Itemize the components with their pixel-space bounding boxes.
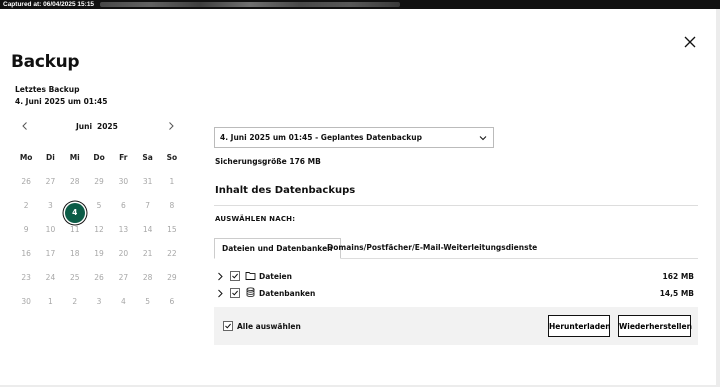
chevron-right-icon [169,122,174,130]
last-backup-value: 4. Juni 2025 um 01:45 [15,97,108,106]
weekday-header: Fr [119,153,128,162]
select-all-checkbox[interactable] [223,321,233,331]
chevron-right-icon [218,289,223,298]
last-backup-label: Letztes Backup [15,85,80,94]
download-button[interactable]: Herunterladen [548,315,611,337]
checkmark-icon [232,273,238,279]
calendar-day[interactable]: 10 [38,225,62,249]
calendar-day[interactable]: 27 [111,273,135,297]
calendar-day[interactable]: 25 [63,273,87,297]
calendar-month[interactable]: Juni [76,122,92,131]
calendar-day[interactable]: 9 [14,225,38,249]
calendar-day[interactable]: 24 [38,273,62,297]
calendar-day[interactable]: 19 [87,249,111,273]
backup-size: Sicherungsgröße 176 MB [215,157,321,166]
calendar-day[interactable]: 17 [38,249,62,273]
action-footer: Alle auswählen Herunterladen Wiederherst… [214,307,698,345]
calendar-day[interactable]: 1 [38,297,62,321]
calendar-day[interactable]: 1 [160,177,184,201]
databases-size: 14,5 MB [659,289,694,298]
files-label: Dateien [259,272,292,281]
calendar-day[interactable]: 8 [160,201,184,225]
redacted-url [100,1,401,7]
calendar-day[interactable]: 5 [135,297,159,321]
calendar-day[interactable]: 2 [63,297,87,321]
calendar-day[interactable]: 2 [14,201,38,225]
backup-version-value: 4. Juni 2025 um 01:45 - Geplantes Datenb… [220,133,422,142]
backup-version-select[interactable]: 4. Juni 2025 um 01:45 - Geplantes Datenb… [214,127,494,148]
database-icon [246,287,255,297]
capture-bar: Captured at: 06/04/2025 15:15 [0,0,720,9]
weekday-header: Mo [19,153,33,162]
calendar-day[interactable]: 27 [38,177,62,201]
select-all-label: Alle auswählen [237,322,301,331]
chevron-down-icon [479,136,487,141]
calendar-year[interactable]: 2025 [97,122,118,131]
calendar-day[interactable]: 14 [135,225,159,249]
calendar-day[interactable]: 22 [160,249,184,273]
close-icon [684,36,696,48]
weekday-header: Sa [142,153,153,162]
checkmark-icon [232,290,238,296]
calendar-day[interactable]: 20 [111,249,135,273]
calendar-day[interactable]: 12 [87,225,111,249]
expand-databases-button[interactable] [216,289,224,298]
calendar-prev-month-button[interactable] [20,121,30,131]
files-size: 162 MB [662,272,694,281]
calendar-day[interactable]: 30 [111,177,135,201]
calendar-day[interactable]: 4 [111,297,135,321]
list-item-files: Dateien 162 MB [214,269,698,285]
calendar-day[interactable]: 3 [87,297,111,321]
calendar-day[interactable]: 21 [135,249,159,273]
calendar-next-month-button[interactable] [166,121,176,131]
files-checkbox[interactable] [230,271,240,281]
calendar-day[interactable]: 30 [14,297,38,321]
databases-checkbox[interactable] [230,288,240,298]
weekday-header: Di [46,153,55,162]
folder-icon [245,272,256,280]
weekday-header: Do [93,153,105,162]
close-button[interactable] [683,35,697,49]
calendar-day[interactable]: 5 [87,201,111,225]
calendar-day[interactable]: 26 [87,273,111,297]
calendar-day[interactable]: 29 [160,273,184,297]
calendar-day[interactable]: 28 [63,177,87,201]
chevron-right-icon [218,272,223,281]
calendar-day[interactable]: 23 [14,273,38,297]
capture-timestamp: Captured at: 06/04/2025 15:15 [3,1,95,8]
calendar-day[interactable]: 26 [14,177,38,201]
tab-domains-mailboxes[interactable]: Domains/Postfächer/E-Mail-Weiterleitungs… [320,238,544,259]
databases-label: Datenbanken [259,289,316,298]
expand-files-button[interactable] [216,272,224,281]
contents-title: Inhalt des Datenbackups [215,185,356,196]
restore-button[interactable]: Wiederherstellen [618,315,692,337]
calendar-grid: Mo Di Mi Do Fr Sa So 26 27 28 29 30 31 1 2 3 4 5 6 7 8 9 10 11 1… [14,153,184,321]
calendar-day[interactable]: 6 [160,297,184,321]
divider [214,205,698,206]
calendar-day[interactable]: 13 [111,225,135,249]
calendar-day-selected[interactable]: 4 [63,201,87,225]
checkmark-icon [225,323,231,329]
weekday-header: Mi [69,153,80,162]
page-title: Backup [11,52,80,72]
chevron-left-icon [22,122,27,130]
calendar-day[interactable]: 31 [135,177,159,201]
calendar-day[interactable]: 29 [87,177,111,201]
calendar-day[interactable]: 11 [63,225,87,249]
list-item-databases: Datenbanken 14,5 MB [214,286,698,302]
calendar-day[interactable]: 3 [38,201,62,225]
calendar-day[interactable]: 7 [135,201,159,225]
calendar-day[interactable]: 18 [63,249,87,273]
weekday-header: So [166,153,178,162]
calendar-day[interactable]: 16 [14,249,38,273]
select-by-label: AUSWÄHLEN NACH: [215,215,296,223]
calendar-day[interactable]: 15 [160,225,184,249]
contents-tabs: Dateien und Datenbanken Domains/Postfäch… [214,238,698,259]
calendar-day[interactable]: 28 [135,273,159,297]
calendar-day[interactable]: 6 [111,201,135,225]
